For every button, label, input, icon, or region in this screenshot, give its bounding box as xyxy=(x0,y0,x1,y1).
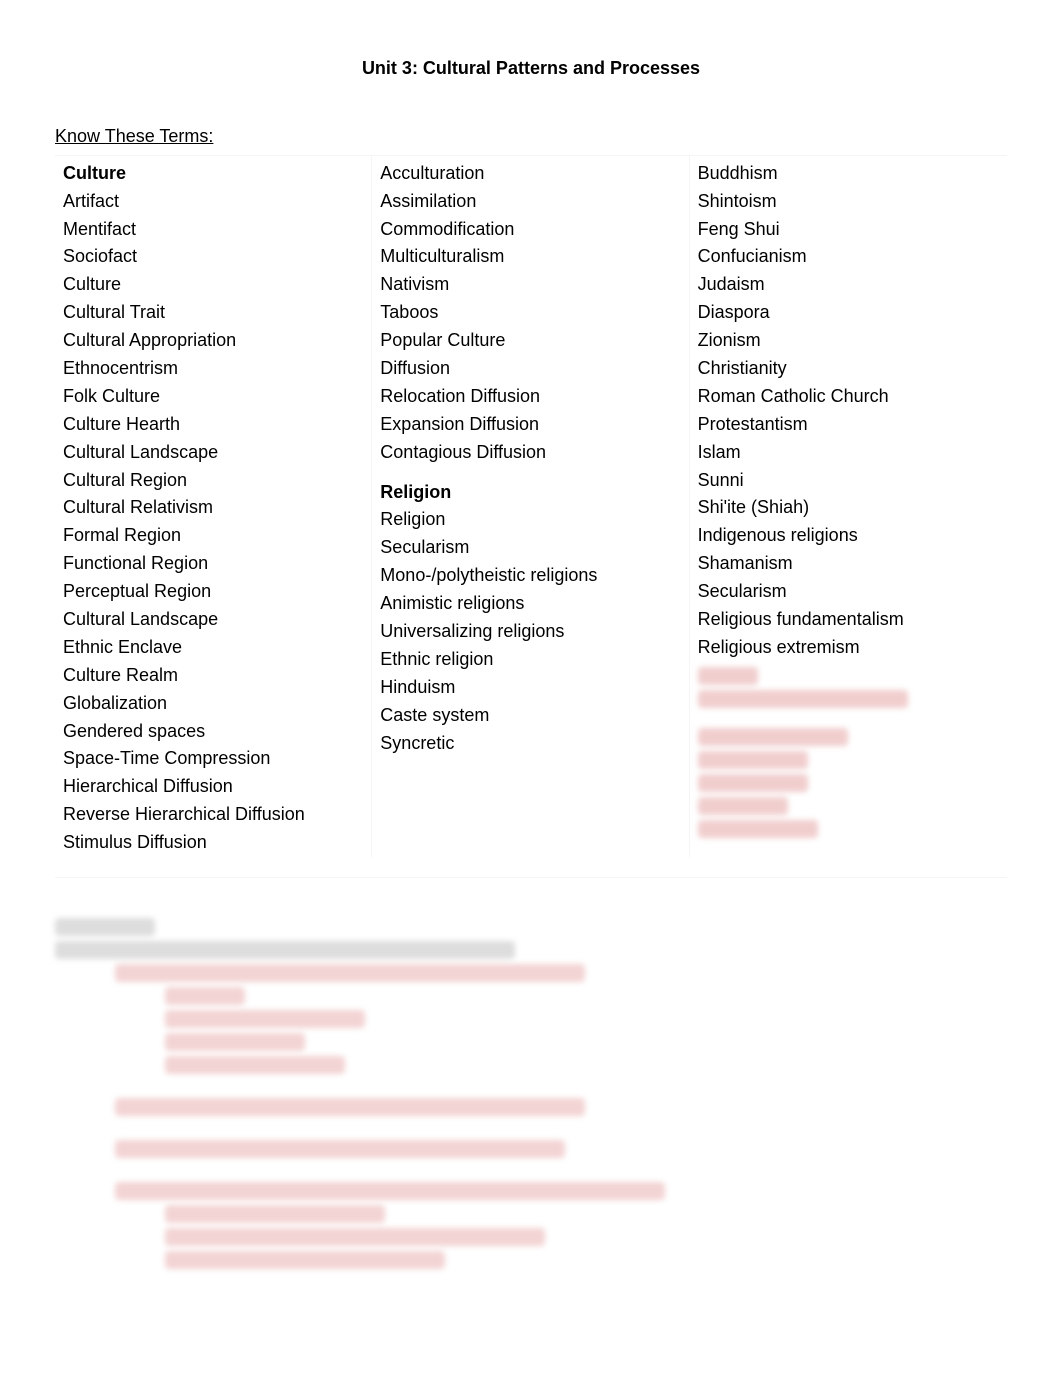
term-item: Roman Catholic Church xyxy=(698,383,999,411)
obscured-text xyxy=(698,820,818,838)
term-item: Cultural Landscape xyxy=(63,439,363,467)
term-item: Secularism xyxy=(380,534,680,562)
section-subtitle: Know These Terms: xyxy=(55,123,1007,151)
term-item: Globalization xyxy=(63,690,363,718)
terms-column-2: Acculturation Assimilation Commodificati… xyxy=(372,156,689,857)
term-item: Religion xyxy=(380,506,680,534)
term-item: Cultural Region xyxy=(63,467,363,495)
term-item: Stimulus Diffusion xyxy=(63,829,363,857)
obscured-text xyxy=(698,667,758,685)
term-item: Nativism xyxy=(380,271,680,299)
term-item: Contagious Diffusion xyxy=(380,439,680,467)
term-item: Folk Culture xyxy=(63,383,363,411)
term-item: Universalizing religions xyxy=(380,618,680,646)
term-item: Taboos xyxy=(380,299,680,327)
term-item: Secularism xyxy=(698,578,999,606)
terms-column-3: Buddhism Shintoism Feng Shui Confucianis… xyxy=(690,156,1007,857)
term-item: Zionism xyxy=(698,327,999,355)
term-item: Religious fundamentalism xyxy=(698,606,999,634)
page-title: Unit 3: Cultural Patterns and Processes xyxy=(55,55,1007,83)
term-item: Caste system xyxy=(380,702,680,730)
term-item: Religious extremism xyxy=(698,634,999,662)
term-item: Relocation Diffusion xyxy=(380,383,680,411)
obscured-section xyxy=(55,918,1007,1269)
term-item: Reverse Hierarchical Diffusion xyxy=(63,801,363,829)
term-item: Culture Hearth xyxy=(63,411,363,439)
term-item: Expansion Diffusion xyxy=(380,411,680,439)
obscured-text xyxy=(698,690,908,708)
term-item: Islam xyxy=(698,439,999,467)
obscured-text xyxy=(698,797,788,815)
term-item: Artifact xyxy=(63,188,363,216)
category-heading: Culture xyxy=(63,160,363,188)
term-item: Popular Culture xyxy=(380,327,680,355)
term-item: Space-Time Compression xyxy=(63,745,363,773)
term-item: Shamanism xyxy=(698,550,999,578)
term-item: Commodification xyxy=(380,216,680,244)
term-item: Shintoism xyxy=(698,188,999,216)
term-item: Syncretic xyxy=(380,730,680,758)
term-item: Cultural Appropriation xyxy=(63,327,363,355)
term-item: Mentifact xyxy=(63,216,363,244)
term-item: Confucianism xyxy=(698,243,999,271)
term-item: Feng Shui xyxy=(698,216,999,244)
category-heading: Religion xyxy=(380,479,680,507)
term-item: Culture Realm xyxy=(63,662,363,690)
term-item: Hierarchical Diffusion xyxy=(63,773,363,801)
term-item: Assimilation xyxy=(380,188,680,216)
term-item: Judaism xyxy=(698,271,999,299)
term-item: Ethnic Enclave xyxy=(63,634,363,662)
term-item: Protestantism xyxy=(698,411,999,439)
term-item: Mono-/polytheistic religions xyxy=(380,562,680,590)
term-item: Hinduism xyxy=(380,674,680,702)
term-item: Christianity xyxy=(698,355,999,383)
term-item: Shi'ite (Shiah) xyxy=(698,494,999,522)
term-item: Sociofact xyxy=(63,243,363,271)
term-item: Cultural Relativism xyxy=(63,494,363,522)
term-item: Animistic religions xyxy=(380,590,680,618)
term-item: Diffusion xyxy=(380,355,680,383)
obscured-text xyxy=(698,774,808,792)
term-item: Cultural Landscape xyxy=(63,606,363,634)
obscured-text xyxy=(698,751,808,769)
term-item: Ethnocentrism xyxy=(63,355,363,383)
obscured-text xyxy=(698,728,848,746)
terms-table: Culture Artifact Mentifact Sociofact Cul… xyxy=(55,155,1007,878)
term-item: Diaspora xyxy=(698,299,999,327)
term-item: Sunni xyxy=(698,467,999,495)
terms-column-1: Culture Artifact Mentifact Sociofact Cul… xyxy=(55,156,372,857)
term-item: Acculturation xyxy=(380,160,680,188)
term-item: Ethnic religion xyxy=(380,646,680,674)
term-item: Indigenous religions xyxy=(698,522,999,550)
term-item: Multiculturalism xyxy=(380,243,680,271)
term-item: Culture xyxy=(63,271,363,299)
term-item: Cultural Trait xyxy=(63,299,363,327)
term-item: Functional Region xyxy=(63,550,363,578)
term-item: Gendered spaces xyxy=(63,718,363,746)
term-item: Perceptual Region xyxy=(63,578,363,606)
term-item: Formal Region xyxy=(63,522,363,550)
term-item: Buddhism xyxy=(698,160,999,188)
